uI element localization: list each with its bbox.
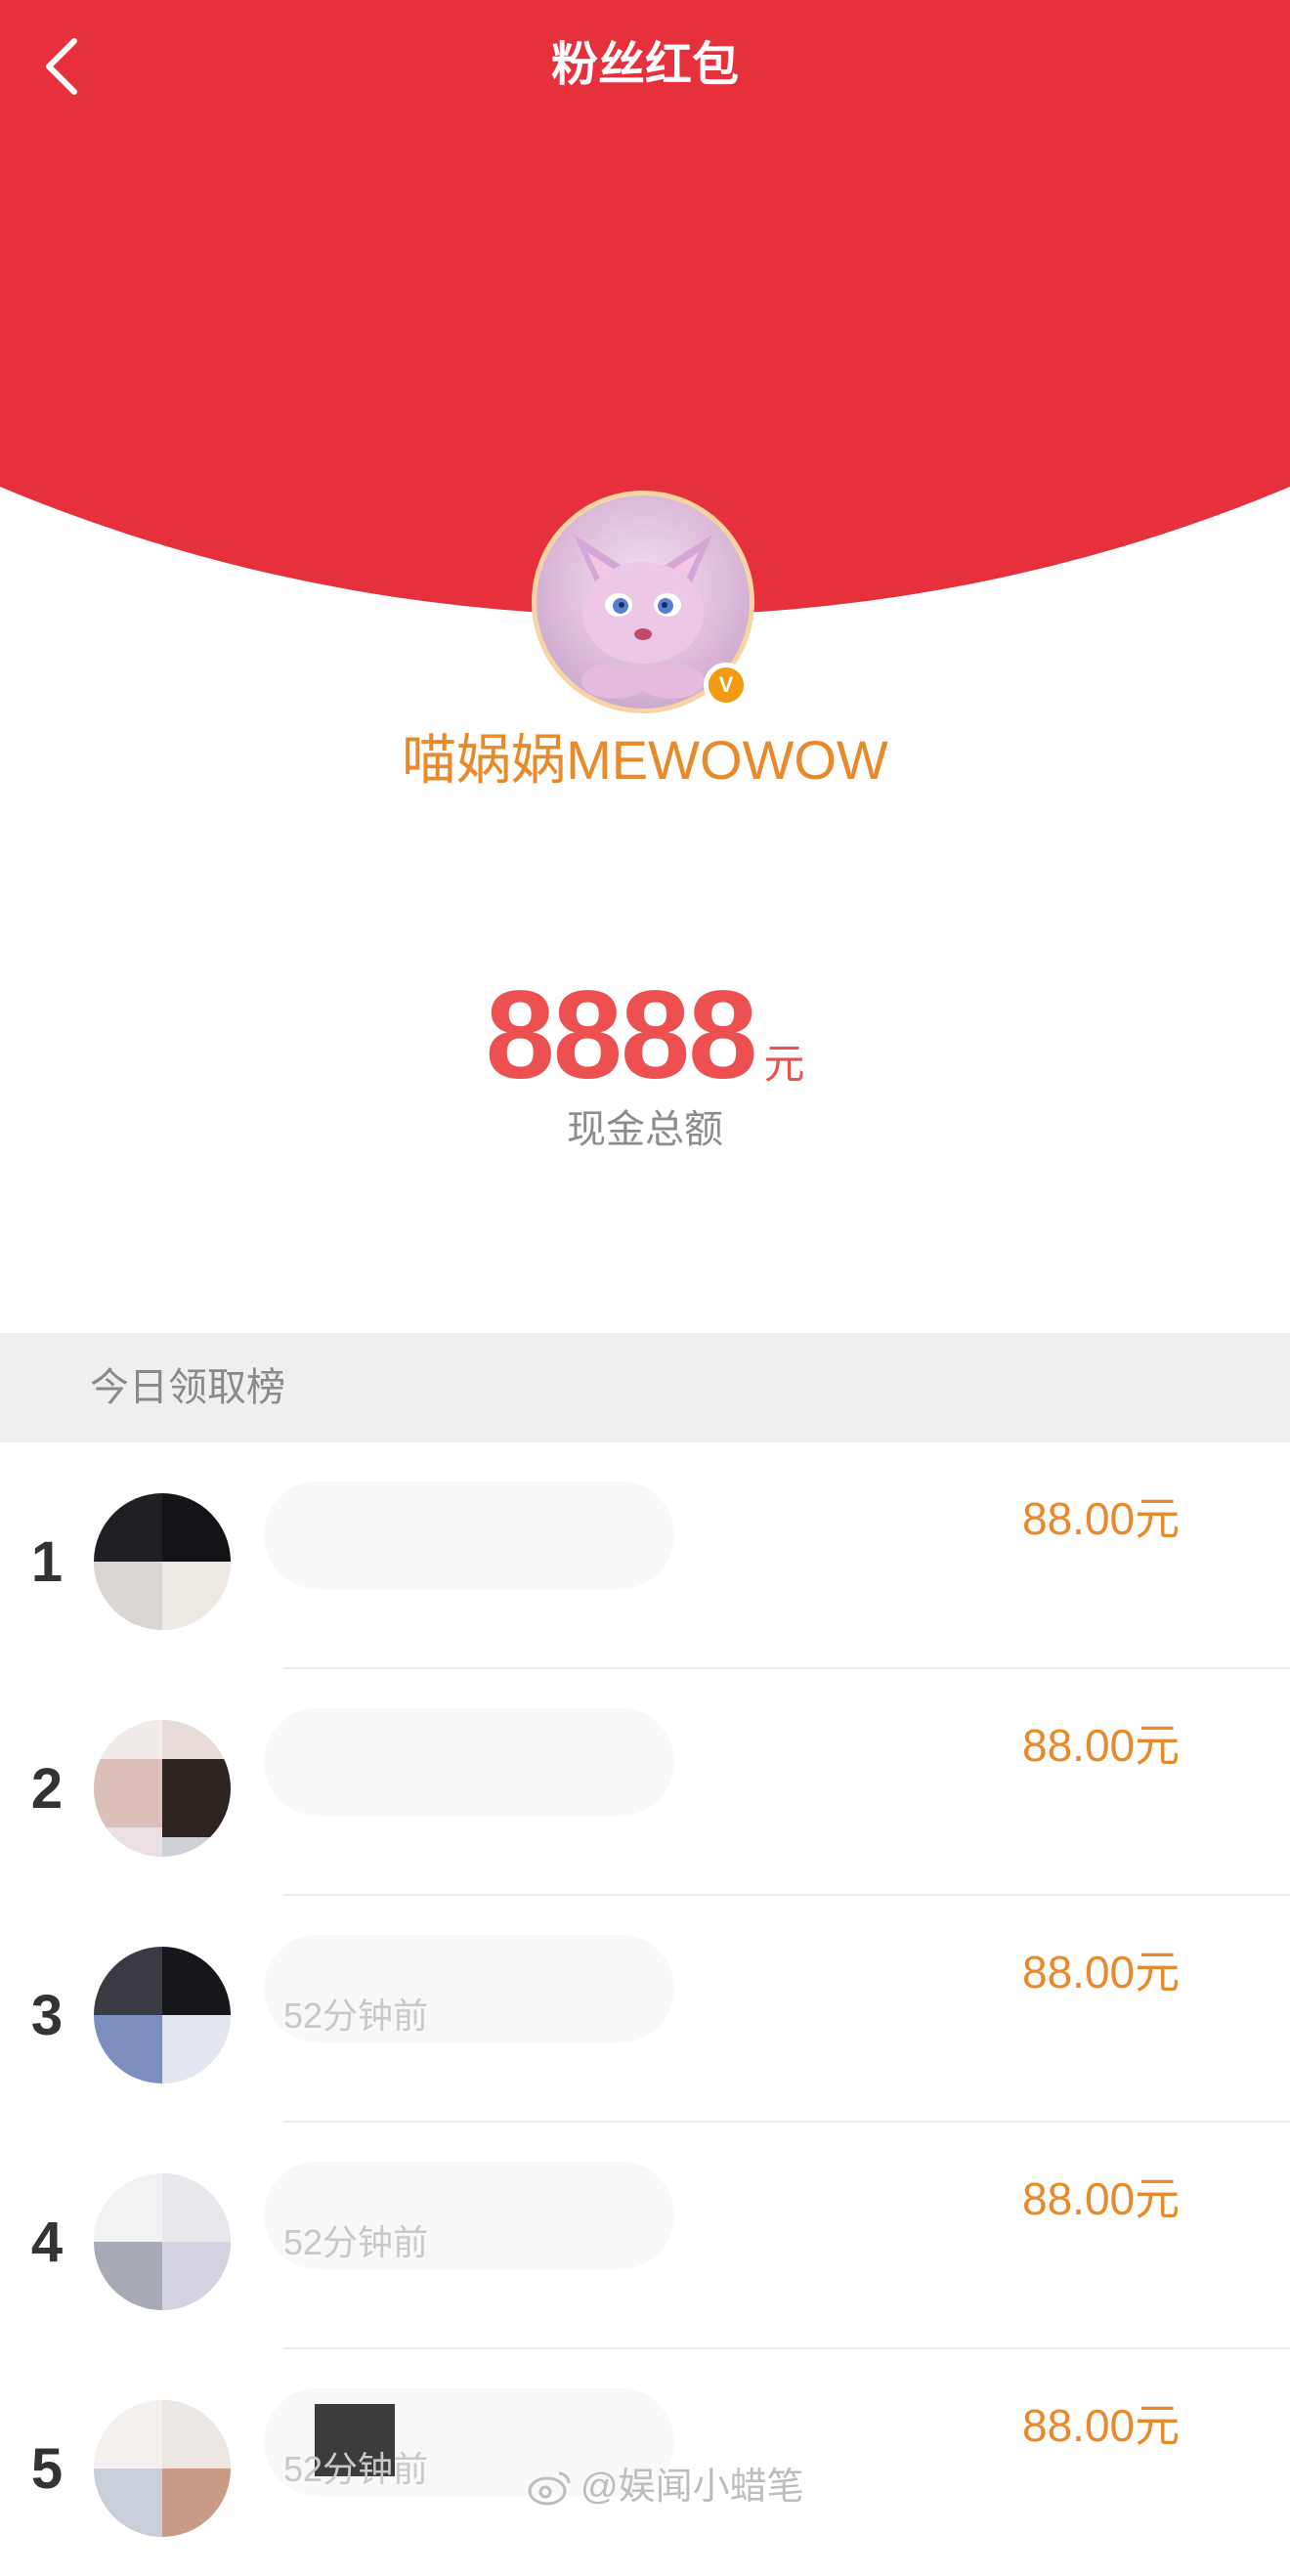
rank-number: 4 — [30, 2211, 64, 2274]
rank-number: 1 — [30, 1530, 64, 1594]
watermark: @娱闻小蜡笔 — [528, 2463, 804, 2512]
user-name[interactable]: 喵娲娲MEWOWOW — [0, 723, 1290, 797]
leaderboard-title: 今日领取榜 — [90, 1366, 285, 1409]
rank-number: 5 — [30, 2437, 64, 2501]
blurred-username — [264, 1481, 674, 1589]
claimed-amount: 88.00元 — [1022, 1947, 1181, 1997]
weibo-icon — [528, 2471, 571, 2506]
claim-time: 52分钟前 — [283, 2449, 429, 2489]
rank-number: 3 — [30, 1984, 64, 2047]
list-item[interactable]: 4 52分钟前 88.00元 — [0, 2123, 1290, 2349]
list-item[interactable]: 1 88.00元 — [0, 1442, 1290, 1669]
avatar[interactable] — [94, 2400, 231, 2537]
claimed-amount: 88.00元 — [1022, 2400, 1181, 2451]
claim-time: 52分钟前 — [283, 2222, 429, 2262]
amount-unit: 元 — [763, 1041, 805, 1087]
amount-value: 8888 — [485, 966, 758, 1105]
list-item[interactable]: 3 52分钟前 88.00元 — [0, 1896, 1290, 2123]
avatar[interactable] — [94, 2173, 231, 2310]
claimed-amount: 88.00元 — [1022, 2173, 1181, 2224]
rank-number: 2 — [30, 1757, 64, 1821]
leaderboard-header: 今日领取榜 — [0, 1333, 1290, 1442]
avatar[interactable] — [94, 1947, 231, 2083]
avatar[interactable] — [94, 1493, 231, 1630]
page-title: 粉丝红包 — [550, 39, 739, 91]
claimed-amount: 88.00元 — [1022, 1493, 1181, 1544]
avatar[interactable] — [94, 1720, 231, 1857]
claimed-amount: 88.00元 — [1022, 1720, 1181, 1771]
leaderboard-list: 1 88.00元 2 88.00元 3 52分钟前 88.00元 4 52分钟前… — [0, 1442, 1290, 2576]
claim-time: 52分钟前 — [283, 1996, 429, 2036]
watermark-text: @娱闻小蜡笔 — [580, 2467, 804, 2508]
verified-v-label: V — [718, 672, 734, 697]
blurred-username — [264, 1708, 674, 1816]
list-item[interactable]: 2 88.00元 — [0, 1669, 1290, 1896]
amount-label: 现金总额 — [567, 1108, 723, 1151]
verified-badge: V — [704, 663, 749, 708]
